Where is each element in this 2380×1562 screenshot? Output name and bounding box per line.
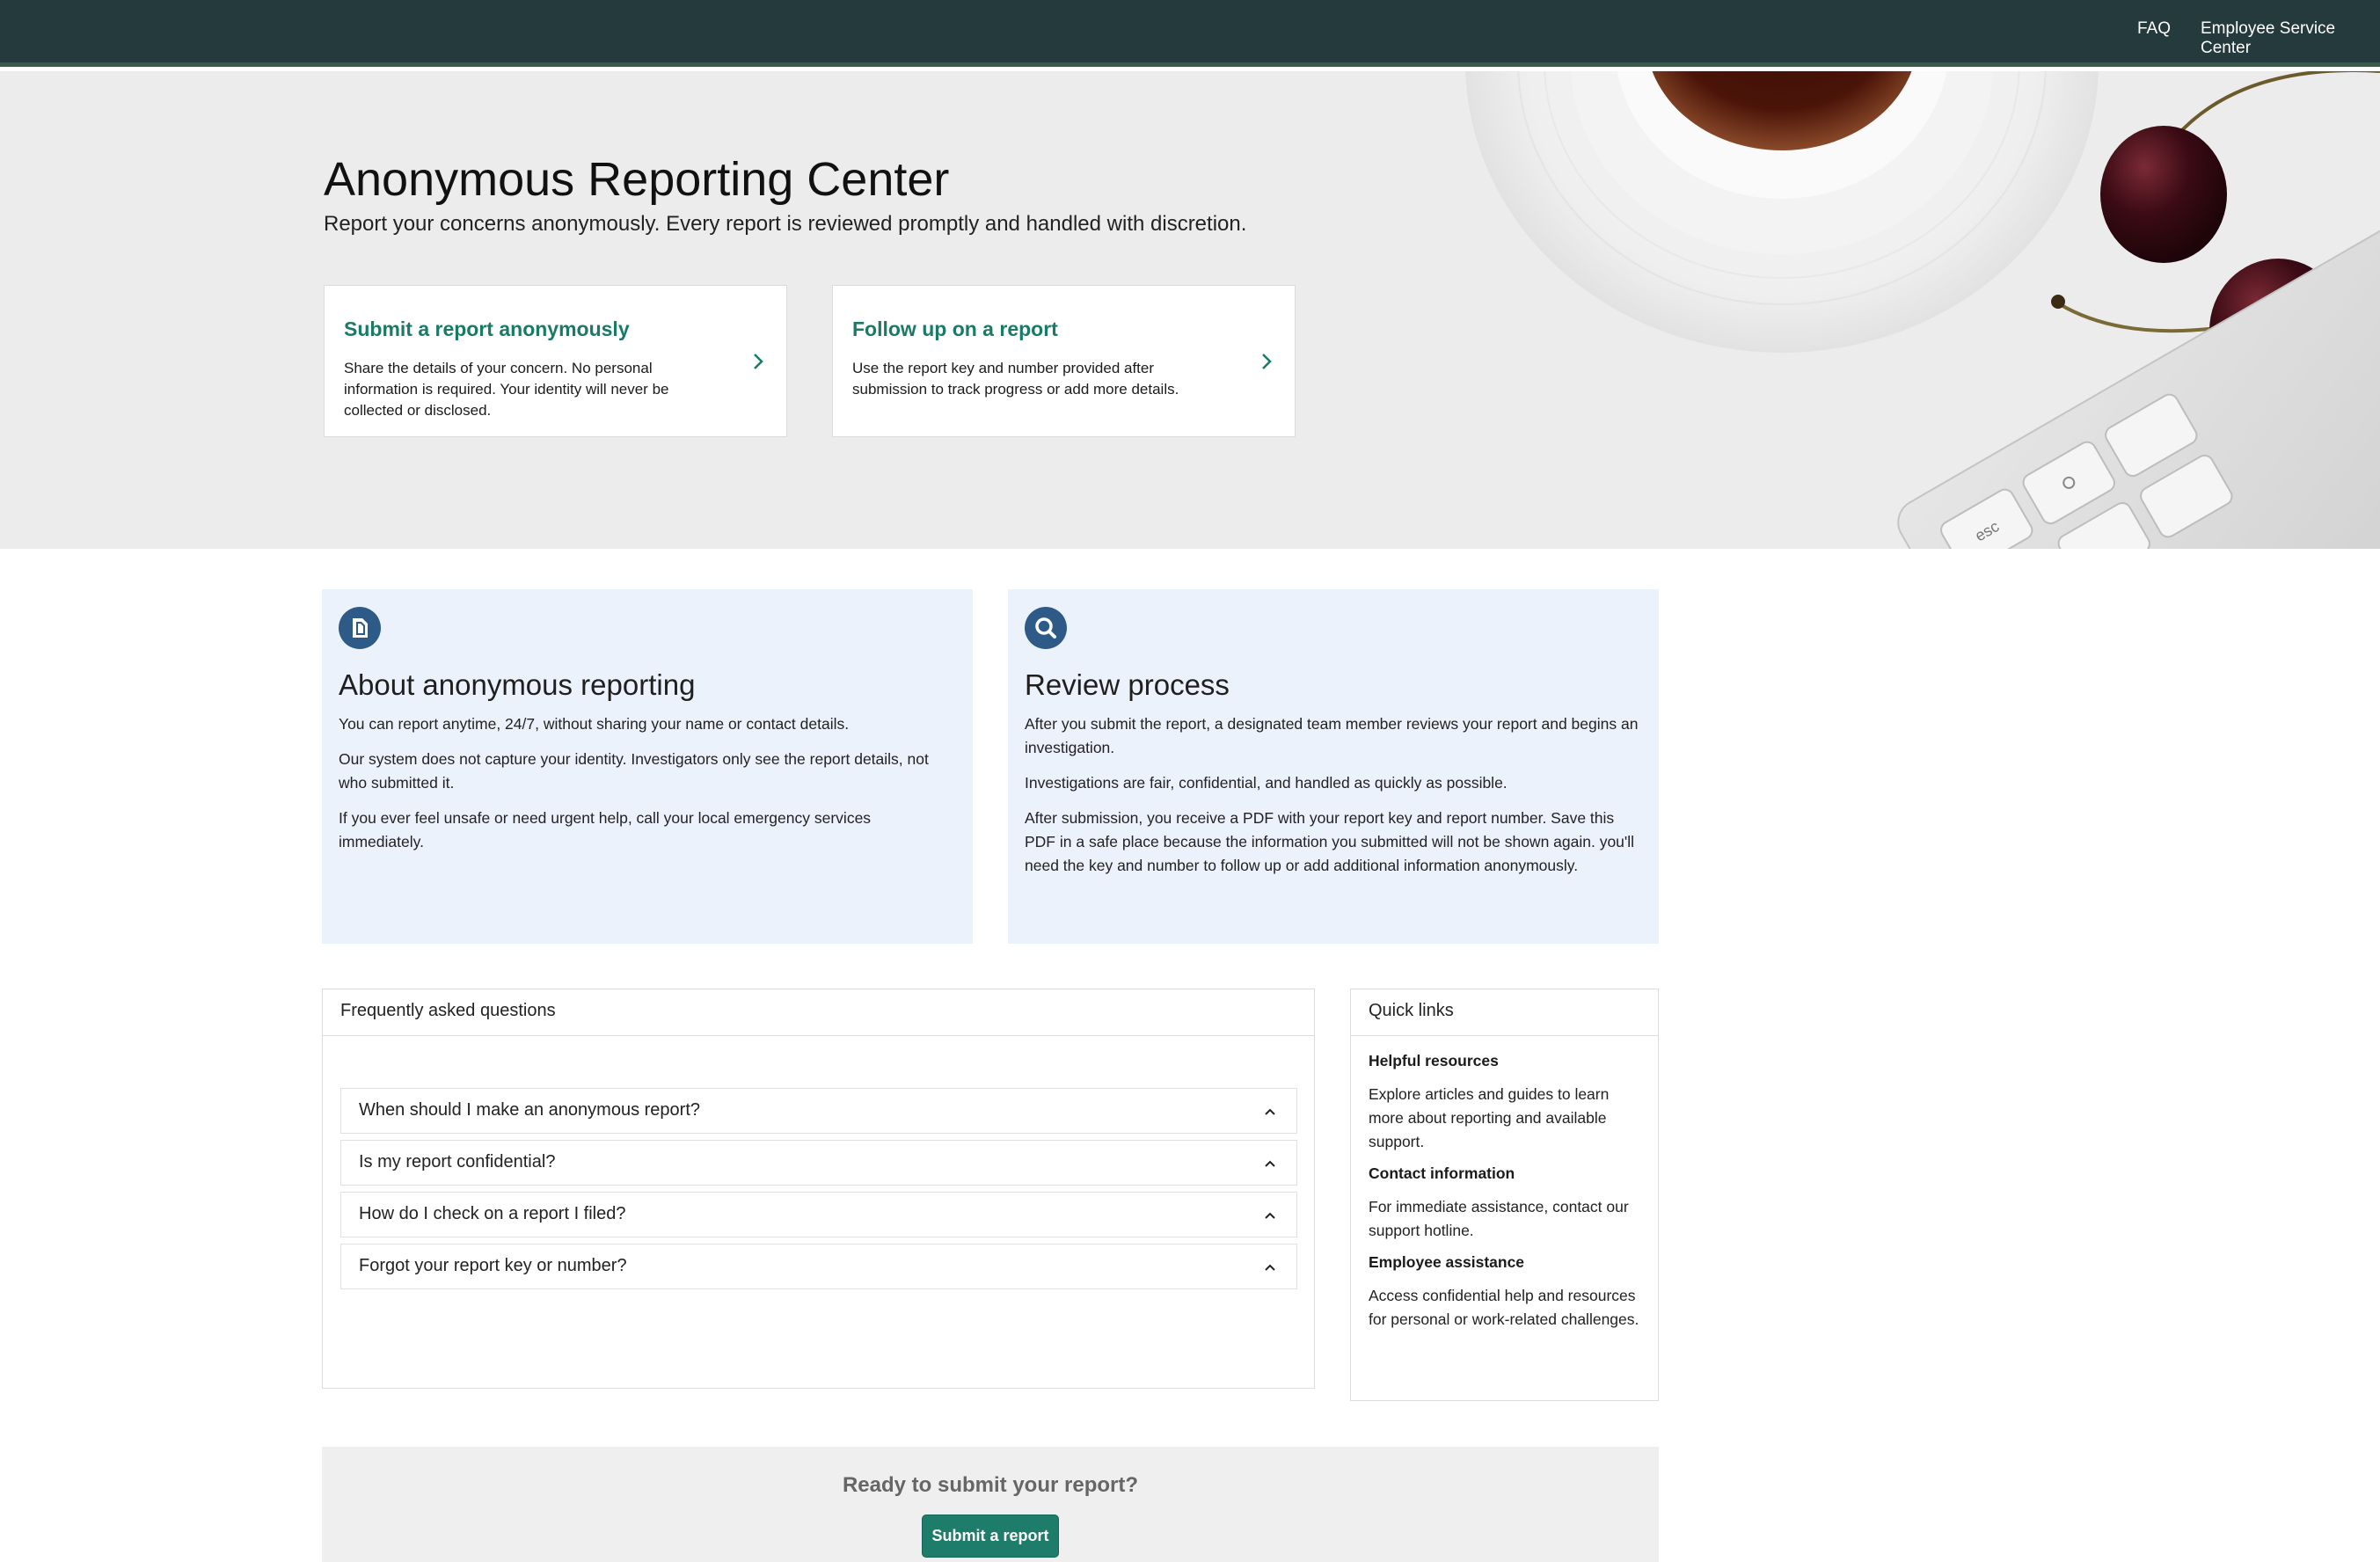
page-subtitle: Report your concerns anonymously. Every … xyxy=(324,212,1247,236)
faq-section: Frequently asked questions When should I… xyxy=(322,989,1315,1389)
chevron-up-icon[interactable] xyxy=(1263,1157,1277,1171)
chevron-right-icon[interactable] xyxy=(749,353,767,370)
submit-report-cta: Ready to submit your report? Submit a re… xyxy=(322,1447,1659,1562)
faq-question[interactable]: When should I make an anonymous report? xyxy=(359,1100,700,1120)
review-panel-title: Review process xyxy=(1025,668,1230,701)
follow-up-card[interactable]: Follow up on a report Use the report key… xyxy=(832,285,1296,437)
submit-report-card[interactable]: Submit a report anonymously Share the de… xyxy=(324,285,787,437)
chevron-up-icon[interactable] xyxy=(1263,1208,1277,1223)
document-icon xyxy=(339,607,381,649)
follow-up-card-description: Use the report key and number provided a… xyxy=(852,360,1179,398)
faq-item[interactable]: Forgot your report key or number? xyxy=(340,1244,1297,1289)
quick-link-helpful-resources[interactable]: Helpful resources xyxy=(1369,1052,1640,1070)
faq-item[interactable]: When should I make an anonymous report? xyxy=(340,1088,1297,1134)
quick-link-contact-information[interactable]: Contact information xyxy=(1369,1164,1640,1183)
nav-link-employee-service-center[interactable]: Employee Service Center xyxy=(2201,19,2380,58)
about-anonymous-reporting-panel: About anonymous reporting You can report… xyxy=(322,589,973,944)
submit-report-card-description: Share the details of your concern. No pe… xyxy=(344,360,669,419)
review-process-panel: Review process After you submit the repo… xyxy=(1008,589,1659,944)
quick-link-description: For immediate assistance, contact our su… xyxy=(1369,1198,1629,1239)
search-icon xyxy=(1025,607,1067,649)
chevron-up-icon[interactable] xyxy=(1263,1260,1277,1274)
faq-question[interactable]: Forgot your report key or number? xyxy=(359,1256,627,1276)
faq-item[interactable]: How do I check on a report I filed? xyxy=(340,1192,1297,1237)
about-panel-title: About anonymous reporting xyxy=(339,668,696,701)
about-paragraph: If you ever feel unsafe or need urgent h… xyxy=(339,809,872,850)
nav-link-faq[interactable]: FAQ xyxy=(2137,19,2171,39)
follow-up-card-title[interactable]: Follow up on a report xyxy=(852,318,1058,341)
hero-banner: esc ~ Anonymous Reporting Center Report … xyxy=(0,71,2380,549)
quick-link-employee-assistance[interactable]: Employee assistance xyxy=(1369,1253,1640,1272)
review-paragraph: After you submit the report, a designate… xyxy=(1025,715,1639,756)
faq-heading: Frequently asked questions xyxy=(323,989,1314,1036)
about-paragraph: Our system does not capture your identit… xyxy=(339,750,929,792)
quick-links-heading: Quick links xyxy=(1351,989,1658,1036)
hero-background-photo: esc ~ xyxy=(1465,71,2380,549)
quick-link-description: Explore articles and guides to learn mor… xyxy=(1369,1085,1610,1150)
chevron-right-icon[interactable] xyxy=(1258,353,1275,370)
cta-title: Ready to submit your report? xyxy=(842,1473,1139,1497)
review-paragraph: After submission, you receive a PDF with… xyxy=(1025,809,1635,874)
quick-links-section: Quick links Helpful resources Explore ar… xyxy=(1350,989,1659,1401)
faq-question[interactable]: Is my report confidential? xyxy=(359,1152,555,1172)
page-title: Anonymous Reporting Center xyxy=(324,153,950,206)
chevron-up-icon[interactable] xyxy=(1263,1105,1277,1119)
quick-link-description: Access confidential help and resources f… xyxy=(1369,1287,1639,1328)
submit-report-button[interactable]: Submit a report xyxy=(922,1515,1059,1558)
review-panel-body: After you submit the report, a designate… xyxy=(1025,712,1640,889)
about-paragraph: You can report anytime, 24/7, without sh… xyxy=(339,715,850,733)
top-navigation: FAQ Employee Service Center xyxy=(0,0,2380,67)
about-panel-body: You can report anytime, 24/7, without sh… xyxy=(339,712,954,865)
faq-question[interactable]: How do I check on a report I filed? xyxy=(359,1204,626,1224)
review-paragraph: Investigations are fair, confidential, a… xyxy=(1025,774,1508,792)
submit-report-card-title[interactable]: Submit a report anonymously xyxy=(344,318,630,341)
faq-item[interactable]: Is my report confidential? xyxy=(340,1140,1297,1186)
